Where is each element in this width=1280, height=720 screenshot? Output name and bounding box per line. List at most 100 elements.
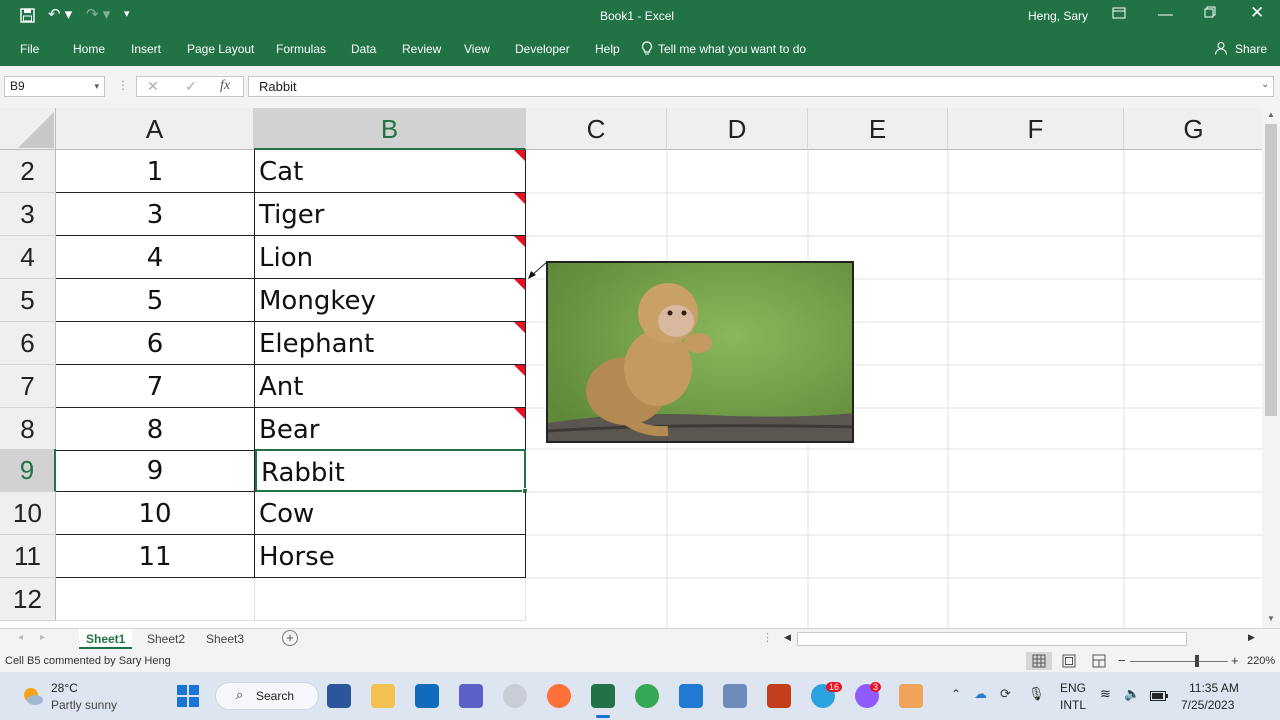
cell-b11[interactable]: Horse bbox=[255, 535, 526, 578]
add-sheet-icon[interactable]: + bbox=[282, 630, 298, 646]
tab-help[interactable]: Help bbox=[595, 41, 620, 57]
row-header[interactable]: 3 bbox=[0, 193, 56, 236]
user-name[interactable]: Heng, Sary bbox=[1028, 8, 1088, 24]
row-header[interactable]: 10 bbox=[0, 492, 56, 535]
tell-me-search[interactable]: Tell me what you want to do bbox=[658, 41, 806, 57]
scroll-up-icon[interactable]: ▲ bbox=[1267, 110, 1275, 119]
name-box[interactable]: B9 ▾ bbox=[4, 76, 105, 97]
minimize-icon[interactable]: — bbox=[1158, 7, 1173, 23]
row-header[interactable]: 6 bbox=[0, 322, 56, 365]
row-header[interactable]: 5 bbox=[0, 279, 56, 322]
cell-a10[interactable]: 10 bbox=[56, 492, 255, 535]
scroll-thumb[interactable] bbox=[1265, 124, 1277, 416]
cell-b8[interactable]: Bear bbox=[255, 408, 526, 451]
tab-page-layout[interactable]: Page Layout bbox=[187, 41, 254, 57]
share-button[interactable]: Share bbox=[1235, 41, 1267, 57]
cell-b6[interactable]: Elephant bbox=[255, 322, 526, 365]
microphone-icon[interactable]: 🎙 bbox=[1028, 686, 1045, 702]
powerpoint-icon[interactable] bbox=[767, 684, 791, 708]
cell-a11[interactable]: 11 bbox=[56, 535, 255, 578]
row-header[interactable]: 2 bbox=[0, 150, 56, 193]
weather-temp[interactable]: 28°C bbox=[51, 681, 78, 695]
share-person-icon[interactable] bbox=[1214, 41, 1228, 59]
clock-time[interactable]: 11:35 AM bbox=[1189, 681, 1239, 695]
cell-b9-active[interactable]: Rabbit bbox=[255, 449, 526, 492]
camera-app-icon[interactable] bbox=[899, 684, 923, 708]
cancel-icon[interactable]: ✕ bbox=[147, 78, 159, 95]
sheet-tab-3[interactable]: Sheet3 bbox=[199, 629, 251, 649]
teams-icon[interactable] bbox=[459, 684, 483, 708]
keyboard-layout[interactable]: INTL bbox=[1060, 698, 1086, 712]
sheet-next-icon[interactable]: ▸ bbox=[40, 632, 45, 643]
cell-a4[interactable]: 4 bbox=[56, 236, 255, 279]
chevron-down-icon[interactable]: ▾ bbox=[94, 77, 99, 96]
tab-home[interactable]: Home bbox=[73, 41, 105, 57]
sheet-tab-1[interactable]: Sheet1 bbox=[79, 629, 133, 649]
chevron-up-icon[interactable]: ⌃ bbox=[951, 687, 961, 701]
firefox-icon[interactable] bbox=[547, 684, 571, 708]
onedrive-icon[interactable]: ☁ bbox=[974, 686, 987, 702]
snipping-tool-icon[interactable] bbox=[723, 684, 747, 708]
cell-a8[interactable]: 8 bbox=[56, 408, 255, 451]
volume-icon[interactable]: 🔈 bbox=[1124, 686, 1140, 702]
hscroll-right-icon[interactable]: ▶ bbox=[1248, 632, 1255, 643]
tab-view[interactable]: View bbox=[464, 41, 490, 57]
zoom-in-icon[interactable]: + bbox=[1231, 650, 1239, 672]
close-icon[interactable]: ✕ bbox=[1250, 4, 1264, 21]
cell-b10[interactable]: Cow bbox=[255, 492, 526, 535]
weather-desc[interactable]: Partly sunny bbox=[51, 698, 117, 712]
file-explorer-icon[interactable] bbox=[371, 684, 395, 708]
cell-a3[interactable]: 3 bbox=[56, 193, 255, 236]
tab-developer[interactable]: Developer bbox=[515, 41, 570, 57]
expand-formula-icon[interactable]: ⌄ bbox=[1261, 79, 1269, 90]
ribbon-display-icon[interactable] bbox=[1112, 6, 1126, 24]
column-header-g[interactable]: G bbox=[1124, 108, 1262, 150]
wifi-icon[interactable]: ≋ bbox=[1100, 686, 1111, 702]
outlook-icon[interactable] bbox=[415, 684, 439, 708]
redo-icon[interactable]: ↷ ▾ bbox=[86, 7, 110, 23]
tab-split-handle[interactable]: ⋮ bbox=[762, 631, 773, 644]
restore-icon[interactable] bbox=[1204, 6, 1216, 22]
column-header-c[interactable]: C bbox=[526, 108, 667, 150]
column-header-d[interactable]: D bbox=[667, 108, 808, 150]
row-header-selected[interactable]: 9 bbox=[0, 449, 56, 492]
sync-icon[interactable]: ⟳ bbox=[1000, 686, 1011, 702]
excel-icon[interactable] bbox=[591, 684, 615, 708]
cell-a12[interactable] bbox=[56, 578, 255, 621]
spreadsheet-grid[interactable]: A B C D E F G 2 3 4 5 6 7 8 9 10 11 12 1… bbox=[0, 108, 1262, 628]
column-header-b[interactable]: B bbox=[254, 108, 526, 150]
cell-a2[interactable]: 1 bbox=[56, 150, 255, 193]
clock-date[interactable]: 7/25/2023 bbox=[1181, 698, 1234, 712]
zoom-level[interactable]: 220% bbox=[1247, 650, 1275, 672]
customize-qat-icon[interactable]: ▾ bbox=[124, 6, 130, 22]
sheet-prev-icon[interactable]: ◂ bbox=[18, 632, 23, 643]
row-header[interactable]: 12 bbox=[0, 578, 56, 621]
save-icon[interactable] bbox=[20, 8, 35, 27]
zoom-slider-thumb[interactable] bbox=[1195, 655, 1199, 667]
tab-formulas[interactable]: Formulas bbox=[276, 41, 326, 57]
tab-data[interactable]: Data bbox=[351, 41, 376, 57]
cell-b2[interactable]: Cat bbox=[255, 150, 526, 193]
cell-b5[interactable]: Mongkey bbox=[255, 279, 526, 322]
cell-b7[interactable]: Ant bbox=[255, 365, 526, 408]
chrome-icon[interactable] bbox=[635, 684, 659, 708]
undo-icon[interactable]: ↶ ▾ bbox=[48, 7, 72, 23]
zoom-slider[interactable] bbox=[1130, 661, 1228, 662]
word-icon[interactable] bbox=[327, 684, 351, 708]
language-code[interactable]: ENG bbox=[1060, 681, 1086, 695]
cell-a5[interactable]: 5 bbox=[56, 279, 255, 322]
windows-start-icon[interactable] bbox=[176, 684, 200, 713]
formula-input[interactable]: Rabbit bbox=[248, 76, 1274, 97]
scroll-down-icon[interactable]: ▼ bbox=[1267, 614, 1275, 623]
weather-sun-icon[interactable] bbox=[20, 684, 44, 713]
cell-b12[interactable] bbox=[255, 578, 526, 621]
select-all-button[interactable] bbox=[0, 108, 56, 150]
row-header[interactable]: 8 bbox=[0, 408, 56, 451]
row-header[interactable]: 11 bbox=[0, 535, 56, 578]
tab-review[interactable]: Review bbox=[402, 41, 441, 57]
sheet-tab-2[interactable]: Sheet2 bbox=[140, 629, 192, 649]
cell-b4[interactable]: Lion bbox=[255, 236, 526, 279]
tab-insert[interactable]: Insert bbox=[131, 41, 161, 57]
column-header-e[interactable]: E bbox=[808, 108, 948, 150]
app-icon[interactable] bbox=[503, 684, 527, 708]
